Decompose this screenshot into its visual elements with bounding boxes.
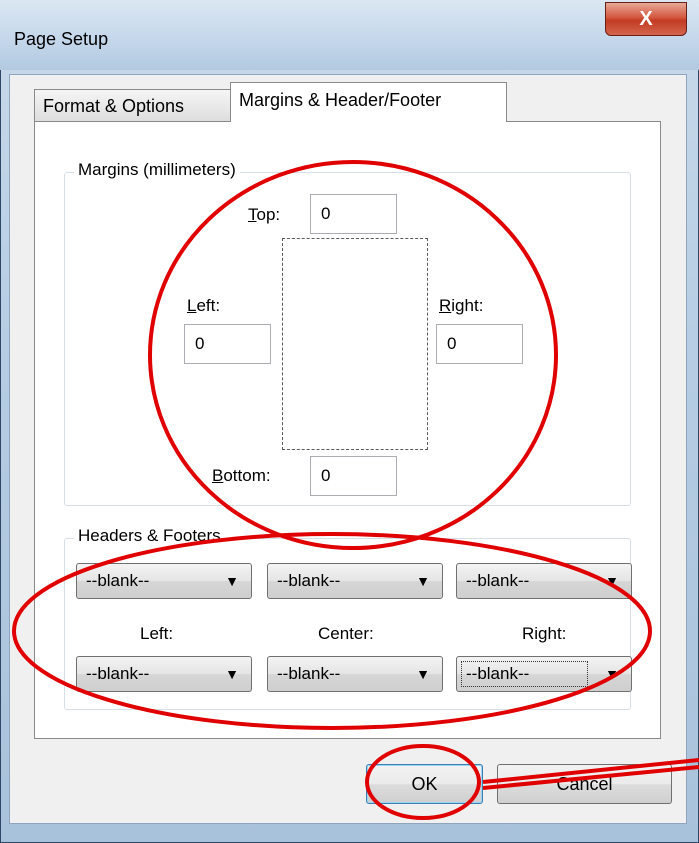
- margins-group-label: Margins (millimeters): [74, 160, 240, 180]
- footer-center-dropdown[interactable]: --blank-- ▼: [267, 656, 443, 692]
- footer-left-dropdown[interactable]: --blank-- ▼: [76, 656, 252, 692]
- chevron-down-icon: ▼: [225, 666, 239, 682]
- focus-rectangle: [461, 661, 588, 687]
- window-title: Page Setup: [14, 29, 109, 49]
- tab-margins-header-footer[interactable]: Margins & Header/Footer: [230, 82, 507, 122]
- left-column-label: Left:: [140, 624, 174, 643]
- top-margin-input[interactable]: [310, 194, 397, 234]
- top-label: Top:: [248, 205, 281, 224]
- left-margin-input[interactable]: [184, 324, 271, 364]
- cancel-button[interactable]: Cancel: [497, 764, 672, 804]
- right-column-label: Right:: [522, 624, 567, 643]
- header-right-dropdown[interactable]: --blank-- ▼: [456, 563, 632, 599]
- bottom-label: Bottom:: [212, 466, 271, 485]
- chevron-down-icon: ▼: [605, 666, 619, 682]
- close-button[interactable]: X: [605, 2, 687, 36]
- footer-right-dropdown[interactable]: --blank-- ▼: [456, 656, 632, 692]
- chevron-down-icon: ▼: [605, 573, 619, 589]
- right-margin-input[interactable]: [436, 324, 523, 364]
- header-left-dropdown[interactable]: --blank-- ▼: [76, 563, 252, 599]
- header-center-dropdown[interactable]: --blank-- ▼: [267, 563, 443, 599]
- center-column-label: Center:: [318, 624, 374, 643]
- chevron-down-icon: ▼: [416, 573, 430, 589]
- right-label: Right:: [439, 296, 484, 315]
- chevron-down-icon: ▼: [225, 573, 239, 589]
- tab-format-options[interactable]: Format & Options: [34, 89, 231, 121]
- headers-footers-group-label: Headers & Footers: [74, 526, 225, 546]
- left-label: Left:: [187, 296, 221, 315]
- ok-button[interactable]: OK: [366, 764, 483, 804]
- chevron-down-icon: ▼: [416, 666, 430, 682]
- page-preview: [282, 238, 428, 450]
- bottom-margin-input[interactable]: [310, 456, 397, 496]
